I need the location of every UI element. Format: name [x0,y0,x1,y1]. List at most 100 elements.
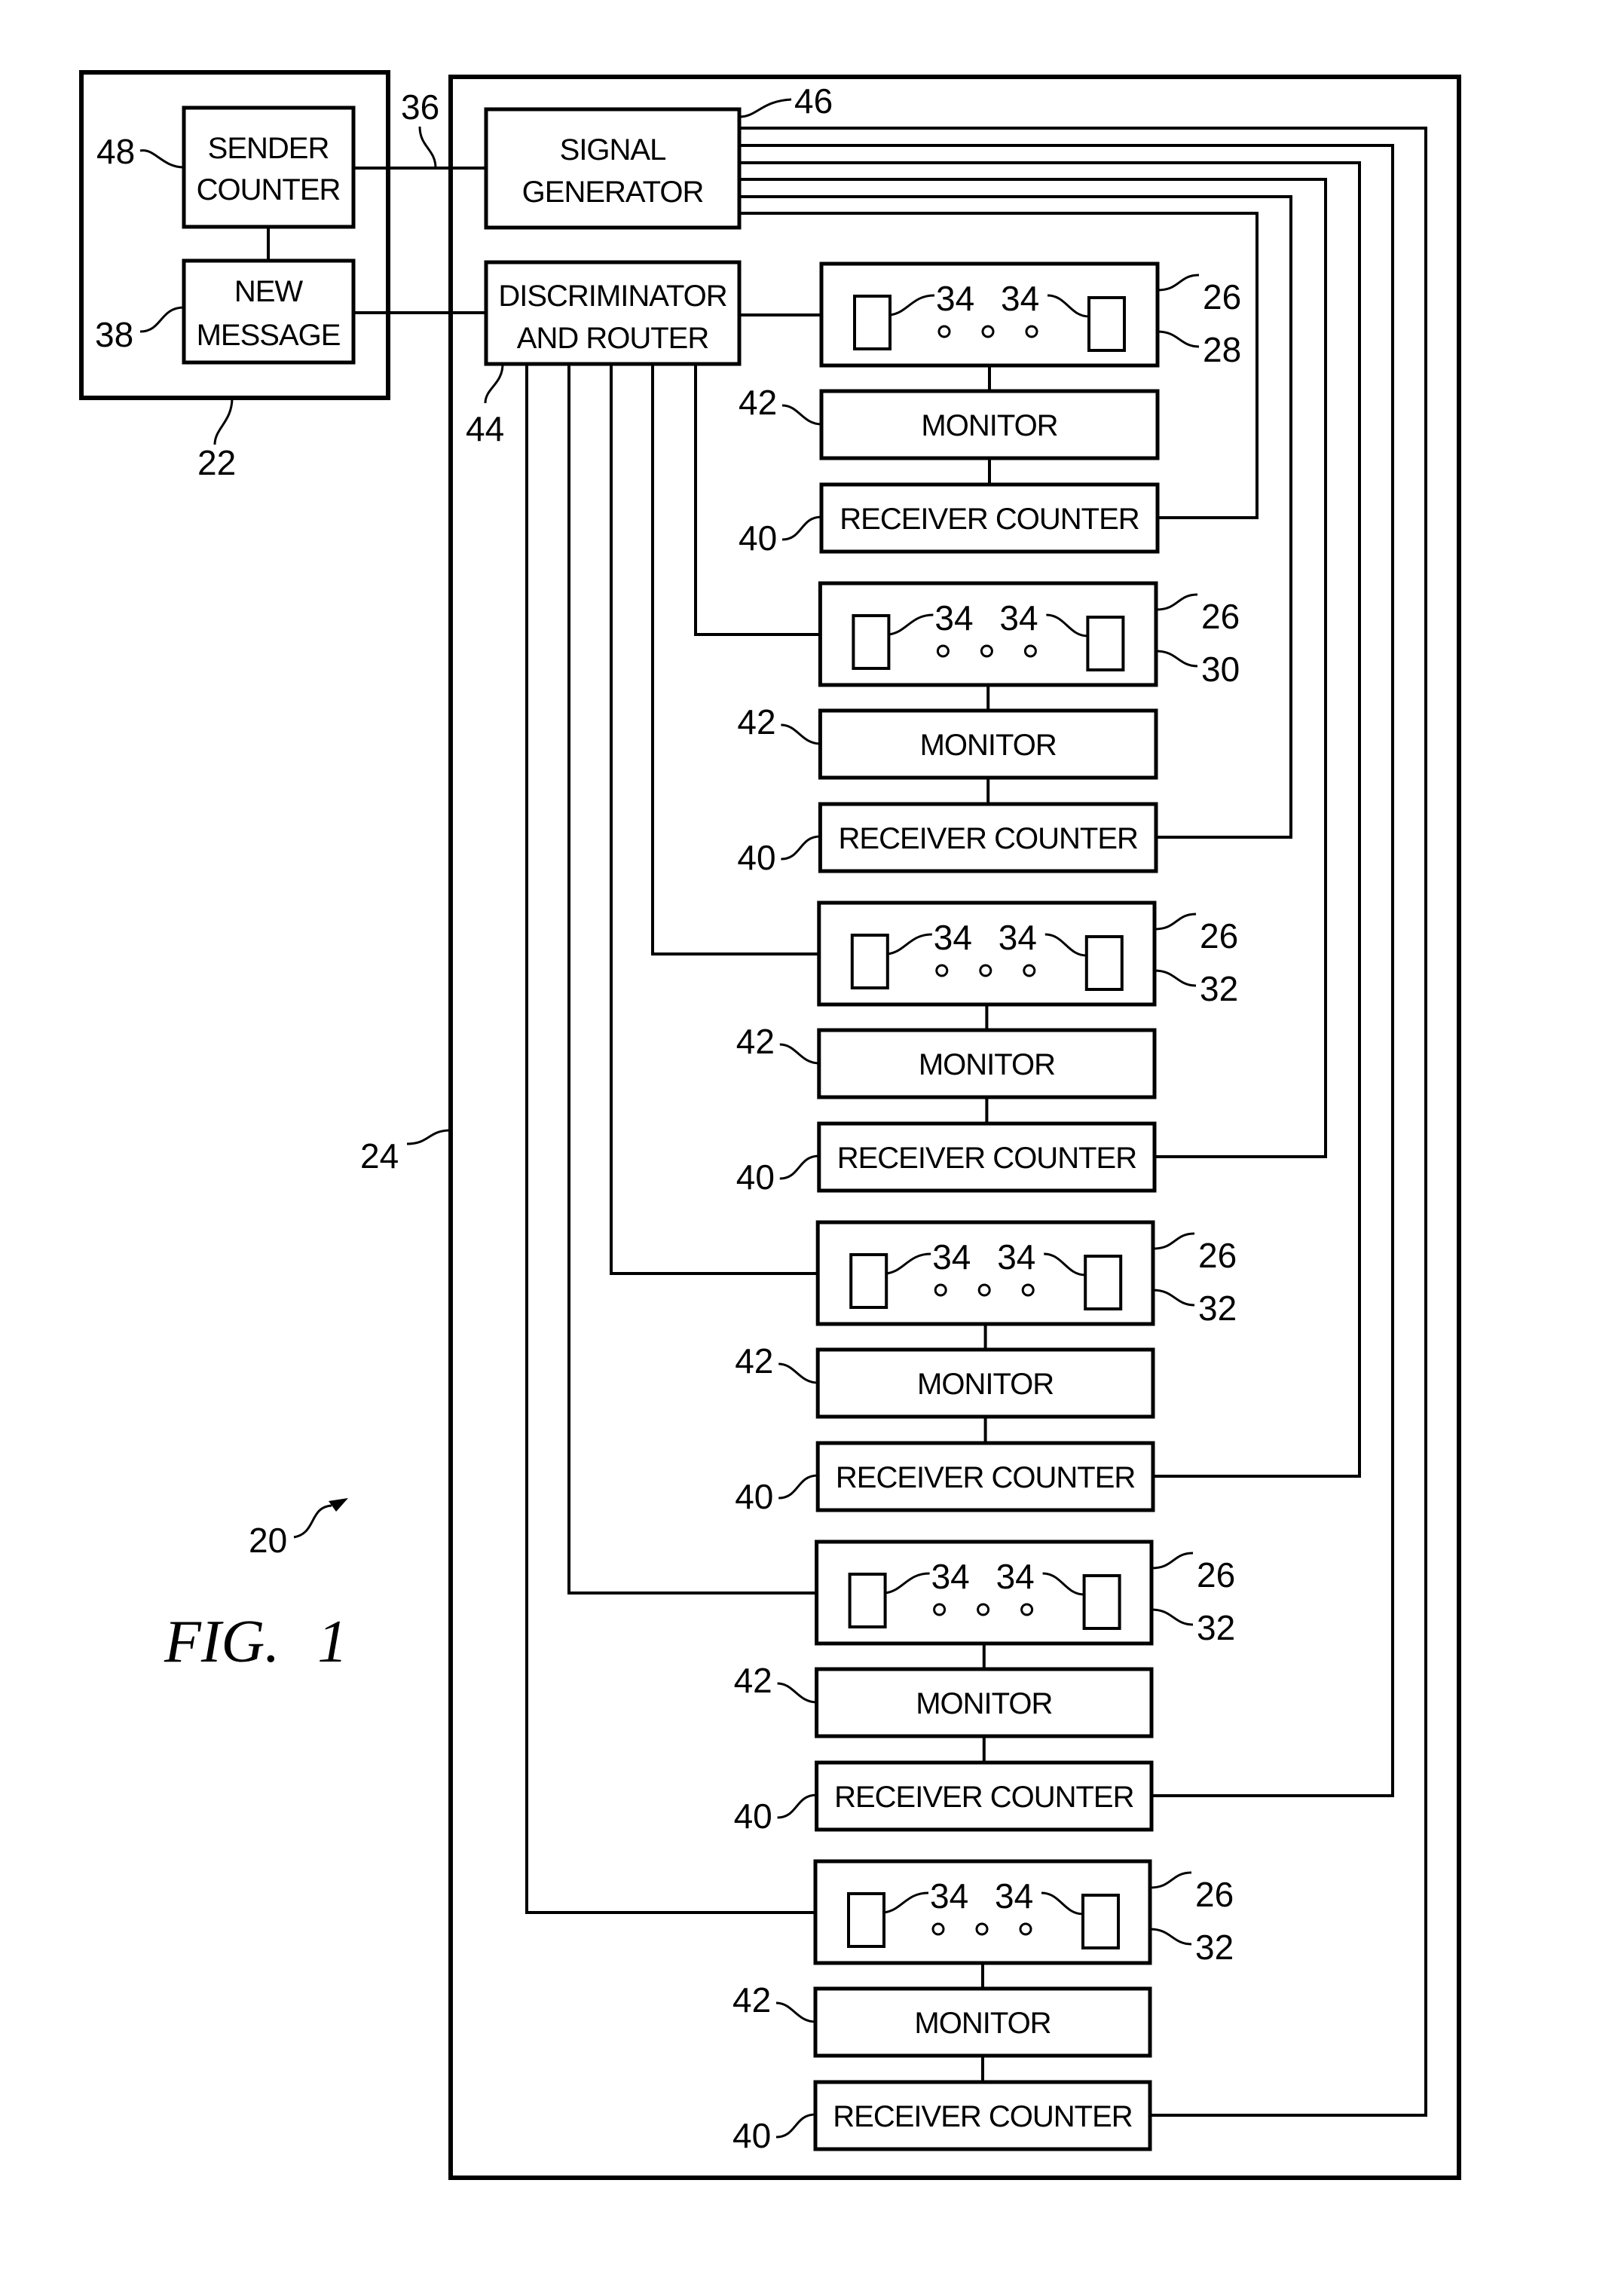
ref-24: 24 [360,1136,399,1176]
receiver-module-6-monitor-label: MONITOR [914,2007,1051,2040]
receiver-module-6-ref-top: 26 [1195,1875,1234,1914]
receiver-module-3-dot-2 [979,964,992,977]
receiver-module-4-ref-42: 42 [735,1341,773,1381]
receiver-module-1-ref-42: 42 [739,383,777,422]
receiver-module-3-dot-1 [935,964,949,977]
receiver-module-6-leader-bottom [1149,1928,1192,1946]
leader-22 [213,397,234,445]
receiver-module-3-leader-40 [779,1154,819,1180]
leader-24 [406,1129,451,1145]
receiver-module-5-leader-top [1151,1552,1194,1570]
receiver-module-1-component-right [1087,296,1126,352]
receiver-module-1-leader-40 [781,515,822,541]
receiver-module-5-ref-34-right: 34 [996,1557,1035,1596]
receiver-module-6-ref-42: 42 [732,1980,771,2020]
receiver-module-4-leader-top [1152,1232,1195,1250]
receiver-module-6-ref-40: 40 [732,2116,771,2155]
receiver-module-2-ref-42: 42 [737,702,775,741]
receiver-module-2-ref-bottom: 30 [1201,650,1240,689]
receiver-module-3-ref-34-right: 34 [999,918,1037,957]
receiver-module-6-dot-2 [975,1922,989,1936]
receiver-module-3-monitor-label: MONITOR [919,1048,1055,1081]
ref-38: 38 [95,315,133,354]
receiver-module-2-leader-top [1155,593,1198,611]
receiver-module-4-dot-1 [934,1283,947,1297]
discriminator-line2: AND ROUTER [517,322,709,355]
receiver-module-4-ref-top: 26 [1198,1236,1237,1275]
receiver-module-6-dot-1 [931,1922,945,1936]
receiver-module-6-component-left [847,1892,885,1948]
receiver-module-3-route-wire [651,364,819,956]
receiver-module-4-ref-34-right: 34 [997,1237,1035,1277]
figure-title: FIG. 1 [164,1609,347,1675]
receiver-module-4-leader-40 [778,1474,818,1500]
receiver-module-1-dot-1 [937,325,951,338]
receiver-module-1-ref-top: 26 [1203,277,1241,316]
receiver-module-3-ref-42: 42 [736,1022,775,1061]
signal-generator-box [484,107,742,230]
patent-figure-1: SENDER COUNTER NEW MESSAGE SIGNAL GENERA… [79,70,1461,2180]
receiver-module-6-leader-34-left [883,1891,929,1914]
new-message-line1: NEW [234,275,304,308]
receiver-module-5-ref-42: 42 [734,1661,772,1700]
receiver-module-6-leader-top [1149,1871,1192,1889]
receiver-module-5-ref-40: 40 [734,1796,772,1836]
receiver-module-1-ref-bottom: 28 [1203,330,1241,369]
receiver-module-1-dot-2 [981,325,995,338]
receiver-module-4-ref-bottom: 32 [1198,1289,1237,1328]
receiver-module-4-route-wire [610,364,818,1275]
receiver-module-6-leader-42 [775,2001,816,2023]
receiver-module-2-ref-40: 40 [737,838,775,877]
receiver-module-2-leader-bottom [1155,650,1198,668]
receiver-module-2-ref-34-left: 34 [934,598,973,638]
receiver-module-3-leader-34-left [887,933,932,956]
receiver-module-3-leader-top [1154,913,1197,931]
ref-22: 22 [197,443,236,482]
receiver-module-5-component-right [1082,1574,1121,1630]
receiver-module-2-leader-34-left [888,613,934,636]
sender-counter-line1: SENDER [208,132,329,165]
receiver-module-2-dot-1 [936,644,950,658]
receiver-module-6-component-right [1081,1894,1120,1949]
receiver-module-3-component-left [850,934,889,989]
sender-counter-box [182,105,356,229]
leader-20-arrow [293,1504,332,1539]
ref-48: 48 [96,132,135,171]
receiver-module-5-dot-2 [977,1603,990,1616]
receiver-module-2-component-right [1086,616,1125,671]
ref-36: 36 [401,87,439,127]
receiver-module-6-ref-34-right: 34 [995,1876,1033,1916]
receiver-module-4-leader-34-right [1044,1252,1086,1277]
receiver-module-1-dot-3 [1025,325,1038,338]
receiver-module-6-dot-3 [1019,1922,1032,1936]
sender-counter-line2: COUNTER [197,173,341,206]
receiver-module-2-component-left [852,614,891,670]
receiver-module-6-leader-40 [775,2113,816,2139]
signal-generator-line2: GENERATOR [522,176,704,209]
receiver-module-5-ref-top: 26 [1197,1555,1235,1595]
receiver-module-3-ref-40: 40 [736,1157,775,1197]
receiver-module-4-signal-wire [739,161,1361,1478]
receiver-module-3-receiver-counter-label: RECEIVER COUNTER [837,1142,1136,1175]
receiver-module-5-leader-34-right [1042,1572,1084,1596]
receiver-module-1-leader-42 [781,404,822,426]
receiver-module-3-leader-34-right [1044,933,1087,957]
receiver-module-2-receiver-counter-label: RECEIVER COUNTER [839,822,1138,855]
receiver-module-3-leader-bottom [1154,969,1197,987]
signal-generator-line1: SIGNAL [560,133,666,167]
receiver-module-3-ref-bottom: 32 [1200,969,1238,1008]
leader-44 [484,363,504,404]
receiver-module-5-component-left [848,1573,887,1628]
leader-46 [739,98,792,118]
receiver-module-5-dot-3 [1020,1603,1034,1616]
leader-38 [139,306,185,333]
receiver-module-3-component-right [1084,935,1124,991]
receiver-module-3-dot-3 [1023,964,1036,977]
receiver-module-4-leader-34-left [885,1252,931,1275]
receiver-module-2-dot-3 [1023,644,1037,658]
receiver-module-1-leader-top [1157,274,1200,292]
receiver-module-3-ref-34-left: 34 [934,918,972,957]
receiver-module-2-dot-2 [980,644,993,658]
receiver-module-2-monitor-label: MONITOR [920,729,1057,762]
receiver-module-5-leader-40 [777,1793,817,1819]
